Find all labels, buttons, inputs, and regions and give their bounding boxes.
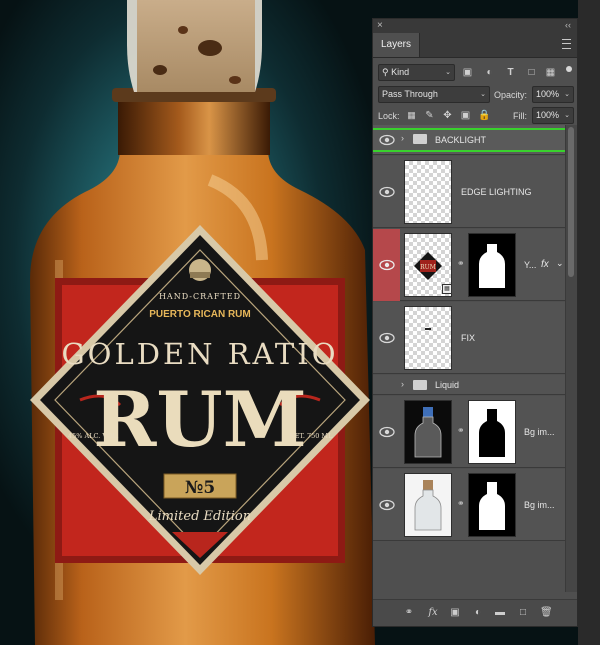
layer-row-fix[interactable]: FIX	[373, 302, 566, 374]
fx-icon[interactable]: fx	[541, 259, 549, 270]
chevron-down-icon: ⌄	[564, 91, 570, 98]
blend-mode-value: Pass Through	[382, 89, 438, 99]
label-number: №5	[185, 478, 215, 498]
mask-bottle-shape	[479, 409, 505, 457]
window-edge	[578, 0, 600, 645]
tab-layers[interactable]: Layers	[373, 33, 421, 57]
lock-row: Lock: ▦ ✎ ✥ ▣ 🔒 Fill: 100% ⌄	[373, 107, 577, 125]
opacity-field[interactable]: 100% ⌄	[532, 86, 574, 103]
adjustment-filter-icon[interactable]: ◐	[484, 67, 495, 78]
smart-object-badge-icon: ▦	[442, 284, 452, 294]
layer-name: Y...	[524, 260, 537, 270]
selection-highlight	[373, 128, 566, 152]
label-volume: NET. 750 ML	[289, 432, 333, 440]
fill-label: Fill:	[513, 111, 527, 121]
fill-value: 100%	[536, 110, 560, 120]
layer-row-bg-image-2[interactable]: ⚭ Bg im...	[373, 469, 566, 541]
new-layer-icon[interactable]: □	[517, 607, 529, 619]
visibility-eye-icon[interactable]	[378, 329, 396, 347]
filter-toggle-icon[interactable]	[566, 66, 572, 72]
layer-row-liquid[interactable]: › Liquid	[373, 375, 566, 395]
lock-all-icon[interactable]: 🔒	[478, 110, 490, 121]
panel-bottom-toolbar: ⚭ fx ▣ ◐ ▬ □ 🗑	[373, 599, 577, 626]
folder-icon	[413, 380, 427, 390]
fill-field[interactable]: 100% ⌄	[532, 107, 574, 124]
layer-thumbnail	[404, 306, 452, 370]
chevron-down-icon: ⌄	[564, 112, 570, 119]
layers-panel: × ‹‹ Layers ⚲ Kind ⌄ ▣ ◐ T □ ▦ Pass Thro…	[372, 18, 578, 627]
label-edition: Limited Edition	[148, 509, 251, 524]
layer-row-smart-object[interactable]: RUM ▦ ⚭ Y... fx ⌄	[373, 229, 566, 301]
lock-position-icon[interactable]: ✥	[442, 110, 453, 121]
lock-artboard-icon[interactable]: ▣	[460, 110, 471, 121]
opacity-label: Opacity:	[494, 90, 528, 100]
visibility-eye-icon[interactable]	[378, 256, 396, 274]
label-product: RUM	[93, 375, 307, 464]
layer-row-bg-image-1[interactable]: ⚭ Bg im...	[373, 396, 566, 468]
layer-name: Liquid	[435, 380, 460, 390]
layer-mask-thumbnail	[468, 400, 516, 464]
visibility-eye-icon[interactable]	[378, 496, 396, 514]
layer-name: Bg im...	[524, 500, 555, 510]
layer-list: › BACKLIGHT EDGE LIGHTING RUM ▦ ⚭ Y... f…	[373, 125, 566, 592]
chain-link-icon[interactable]: ⚭	[457, 498, 465, 510]
filter-row: ⚲ Kind ⌄ ▣ ◐ T □ ▦	[373, 62, 577, 82]
trash-icon[interactable]: 🗑	[540, 607, 553, 619]
shape-filter-icon[interactable]: □	[526, 67, 537, 78]
chain-link-icon[interactable]: ⚭	[457, 425, 465, 437]
bottle-thumbnail-art	[414, 407, 442, 458]
label-brand: GOLDEN RATIO	[62, 337, 339, 371]
panel-menu-icon[interactable]	[562, 39, 571, 49]
thumbnail-mark	[425, 328, 431, 330]
visibility-eye-icon[interactable]	[378, 423, 396, 441]
svg-text:RUM: RUM	[420, 264, 436, 271]
pixel-filter-icon[interactable]: ▣	[462, 67, 473, 78]
link-layers-icon[interactable]: ⚭	[403, 607, 415, 619]
scrollbar-thumb[interactable]	[568, 127, 574, 277]
panel-titlebar: × ‹‹	[373, 19, 577, 33]
bottle-thumbnail-art	[414, 480, 442, 531]
label-abv: 45% ALC. VOL.	[68, 432, 119, 440]
add-mask-icon[interactable]: ▣	[449, 607, 461, 619]
mask-bottle-shape	[479, 482, 505, 530]
layer-thumbnail	[404, 400, 452, 464]
chevron-down-icon: ⌄	[445, 69, 451, 76]
chevron-right-icon[interactable]: ›	[401, 379, 404, 389]
lock-pixels-icon[interactable]: ✎	[424, 110, 435, 121]
label-hand-crafted: HAND-CRAFTED	[159, 292, 241, 301]
collapse-icon[interactable]: ‹‹	[565, 20, 571, 30]
adjustment-layer-icon[interactable]: ◐	[472, 607, 484, 619]
filter-kind-label: Kind	[391, 67, 410, 77]
smart-object-filter-icon[interactable]: ▦	[545, 67, 556, 78]
search-icon: ⚲	[382, 67, 389, 77]
visibility-eye-icon[interactable]	[378, 183, 396, 201]
layers-scrollbar[interactable]	[565, 125, 577, 592]
layer-mask-thumbnail	[468, 473, 516, 537]
opacity-value: 100%	[536, 89, 560, 99]
new-group-icon[interactable]: ▬	[494, 607, 506, 619]
label-origin: PUERTO RICAN RUM	[149, 309, 250, 320]
type-filter-icon[interactable]: T	[505, 67, 516, 78]
blend-row: Pass Through ⌄ Opacity: 100% ⌄	[373, 84, 577, 104]
layer-name: FIX	[461, 333, 476, 343]
layer-mask-thumbnail	[468, 233, 516, 297]
layer-thumbnail	[404, 473, 452, 537]
layer-thumbnail	[404, 160, 452, 224]
lock-label: Lock:	[378, 111, 400, 121]
chevron-down-icon[interactable]: ⌄	[556, 258, 564, 269]
chain-link-icon[interactable]: ⚭	[457, 258, 465, 270]
add-style-icon[interactable]: fx	[427, 607, 439, 619]
blend-mode-select[interactable]: Pass Through ⌄	[378, 86, 490, 103]
chevron-down-icon: ⌄	[480, 91, 486, 98]
layer-name: Bg im...	[524, 427, 555, 437]
layer-name: EDGE LIGHTING	[461, 187, 532, 197]
mask-bottle-shape	[479, 244, 505, 288]
panel-tabbar: Layers	[373, 33, 577, 58]
layer-row-edge-lighting[interactable]: EDGE LIGHTING	[373, 156, 566, 228]
layer-row-backlight[interactable]: › BACKLIGHT	[373, 125, 566, 155]
close-icon[interactable]: ×	[377, 20, 383, 31]
lock-transparent-icon[interactable]: ▦	[406, 110, 417, 121]
filter-kind-select[interactable]: ⚲ Kind ⌄	[378, 64, 455, 81]
